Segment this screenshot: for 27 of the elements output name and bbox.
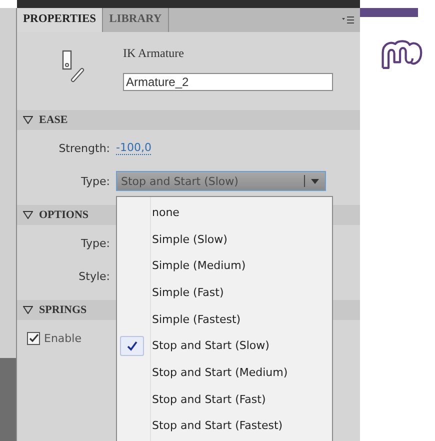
field-label: Type: [80,236,111,250]
field-label: Type: [80,174,111,188]
enable-checkbox[interactable]: Enable [17,332,82,344]
strength-value[interactable]: -100,0 [116,141,152,155]
field-label: Strength: [58,142,111,154]
check-icon [28,332,39,344]
collapse-triangle-icon [23,211,33,219]
accent-bar [360,8,418,17]
object-type-label: IK Armature [123,46,185,61]
instance-name-field[interactable]: Armature_2 [123,73,333,91]
menu-item[interactable]: none [117,199,332,226]
menu-item[interactable]: Stop and Start (Fastest) [117,412,332,440]
menu-item[interactable]: Simple (Fast) [117,279,332,306]
menu-item[interactable]: Simple (Slow) [117,226,332,252]
bone-icon [61,50,87,84]
collapse-triangle-icon [23,116,33,124]
menu-item[interactable]: Simple (Medium) [117,252,332,280]
panel-tab[interactable]: PROPERTIES [17,8,104,32]
menu-item[interactable]: Stop and Start (Medium) [117,359,332,386]
collapse-triangle-icon [23,306,33,314]
field-label: Style: [78,270,111,282]
menu-item[interactable]: Stop and Start (Slow) [117,332,332,360]
menu-item[interactable]: Simple (Fastest) [117,306,332,332]
panel-tab[interactable]: LIBRARY [103,8,169,32]
caret-icon [311,178,319,184]
section-header[interactable]: EASE [17,110,360,130]
menu-item[interactable]: Stop and Start (Fast) [117,386,332,412]
